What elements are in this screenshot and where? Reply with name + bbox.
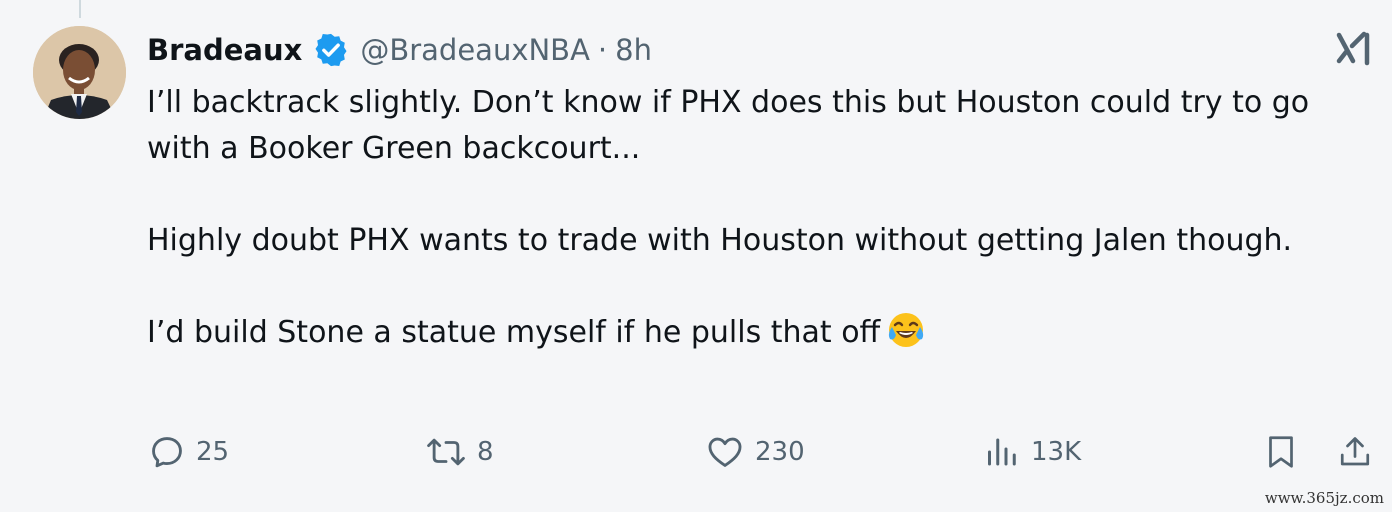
repost-icon	[427, 438, 465, 466]
laughing-tears-emoji-icon	[886, 310, 926, 350]
reply-count: 25	[196, 437, 230, 467]
like-count: 230	[755, 437, 805, 467]
views-chart-icon	[988, 438, 1016, 466]
avatar-image	[33, 26, 126, 119]
tweet-paragraph-3: I’d build Stone a statue myself if he pu…	[147, 310, 1367, 356]
repost-count: 8	[477, 437, 494, 467]
reply-button[interactable]: 25	[148, 430, 229, 474]
tweet-paragraph-3-text: I’d build Stone a statue myself if he pu…	[147, 315, 881, 350]
bookmark-icon	[1269, 436, 1293, 468]
repost-button[interactable]: 8	[425, 430, 494, 474]
bookmark-button[interactable]	[1263, 430, 1299, 474]
timestamp[interactable]: 8h	[615, 33, 652, 67]
avatar[interactable]	[33, 26, 126, 119]
user-handle[interactable]: @BradeauxNBA	[360, 33, 590, 67]
tweet-header: Bradeaux @BradeauxNBA · 8h	[147, 30, 652, 70]
share-icon	[1340, 437, 1370, 466]
thread-connector-line	[79, 0, 81, 18]
verified-badge-icon	[312, 31, 350, 69]
views-count: 13K	[1031, 437, 1082, 467]
heart-icon	[708, 437, 742, 467]
display-name[interactable]: Bradeaux	[147, 33, 302, 67]
share-button[interactable]	[1337, 430, 1373, 474]
like-button[interactable]: 230	[705, 430, 805, 474]
site-watermark: www.365jz.com	[1264, 489, 1384, 507]
tweet-text: I’ll backtrack slightly. Don’t know if P…	[147, 80, 1367, 356]
views-button[interactable]: 13K	[985, 430, 1081, 474]
tweet-paragraph-1: I’ll backtrack slightly. Don’t know if P…	[147, 85, 1310, 166]
tweet-paragraph-2: Highly doubt PHX wants to trade with Hou…	[147, 223, 1293, 258]
grok-icon[interactable]	[1336, 28, 1372, 68]
separator-dot: ·	[597, 33, 608, 67]
reply-icon	[152, 437, 182, 468]
